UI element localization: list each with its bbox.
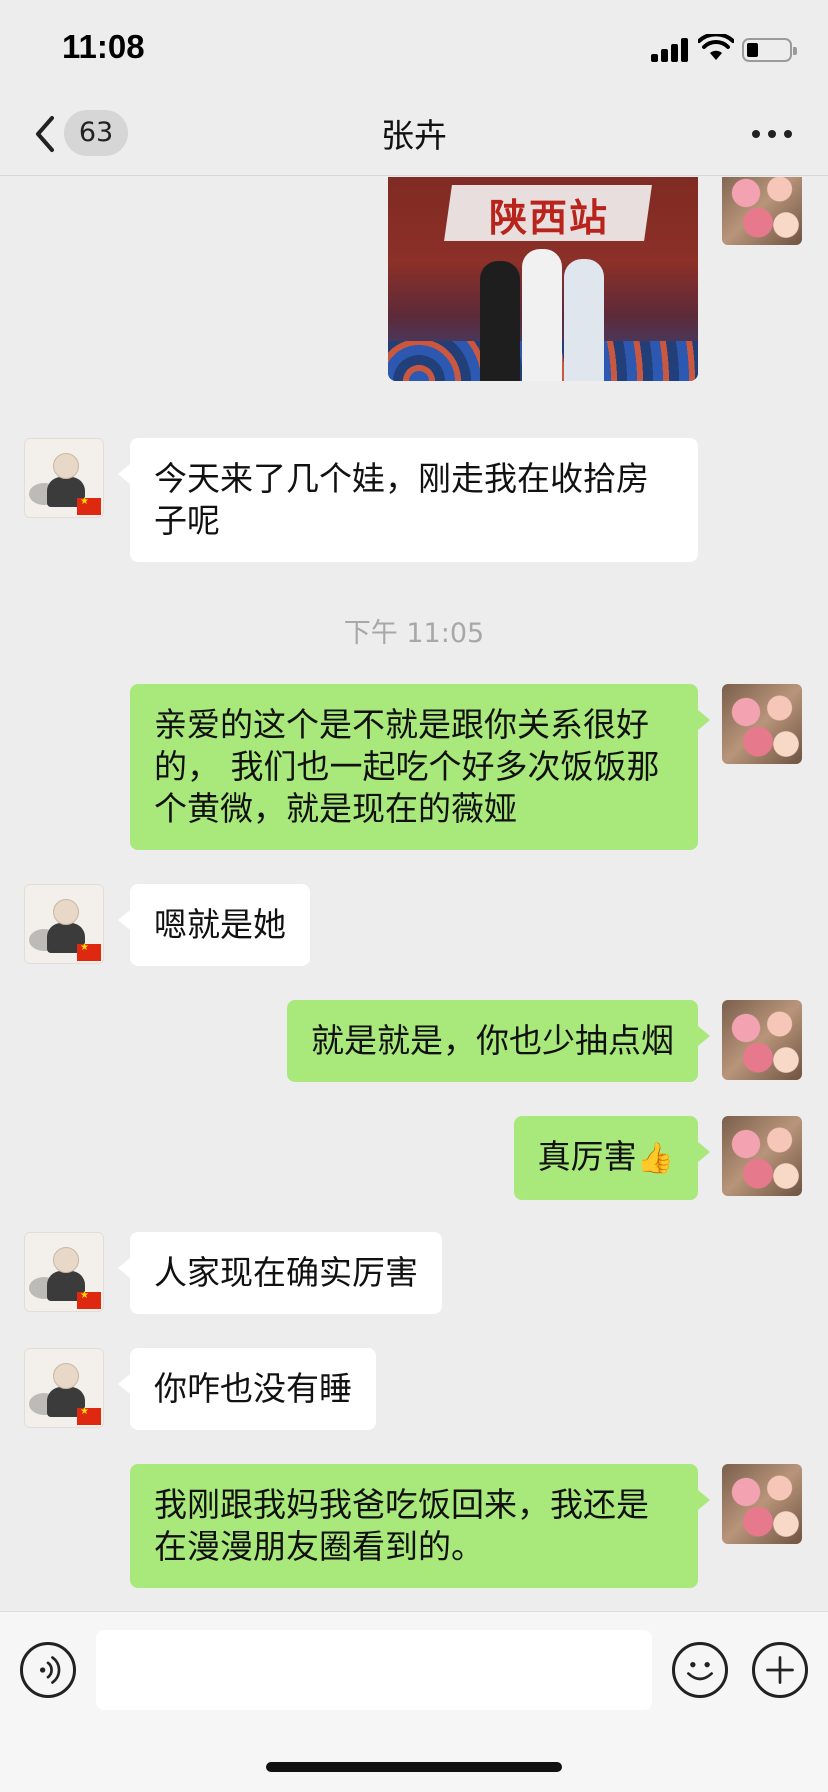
message-text: 亲爱的这个是不就是跟你关系很好的， 我们也一起吃个好多次饭饭那个黄微，就是现在的… [154, 705, 660, 828]
voice-icon[interactable] [20, 1642, 76, 1698]
message-text: 今天来了几个娃，刚走我在收拾房子呢 [154, 459, 649, 540]
photo-message[interactable]: 陕西站 [388, 177, 698, 381]
message-bubble-peer[interactable]: 嗯就是她 [118, 884, 310, 966]
chat-title: 张卉 [381, 116, 447, 155]
message-text: 人家现在确实厉害 [154, 1253, 418, 1292]
wifi-icon [698, 34, 734, 60]
message-bubble-self[interactable]: 就是就是，你也少抽点烟 [287, 1000, 710, 1082]
message-bubble-peer[interactable]: 人家现在确实厉害 [118, 1232, 442, 1314]
message-text: 我刚跟我妈我爸吃饭回来，我还是在漫漫朋友圈看到的。 [154, 1485, 649, 1566]
peer-avatar[interactable] [24, 1348, 104, 1428]
wechat-chat-screen: 11:08 63 张卉 陕西站 ★ 今天来了几个娃，刚走我在收拾房子呢 下午 1… [0, 0, 828, 1792]
message-input[interactable] [96, 1630, 652, 1710]
message-text: 真厉害 [537, 1137, 637, 1176]
photo-person [522, 249, 562, 381]
message-bubble-self[interactable]: 亲爱的这个是不就是跟你关系很好的， 我们也一起吃个好多次饭饭那个黄微，就是现在的… [130, 684, 710, 850]
signal-icon [651, 38, 691, 62]
self-avatar[interactable] [722, 1000, 802, 1080]
battery-icon [742, 38, 797, 62]
self-avatar[interactable] [722, 177, 802, 245]
message-bubble-self[interactable]: 我刚跟我妈我爸吃饭回来，我还是在漫漫朋友圈看到的。 [130, 1464, 710, 1588]
message-bubble-peer[interactable]: 你咋也没有睡 [118, 1348, 376, 1430]
more-icon[interactable] [752, 130, 792, 140]
chat-header: 63 张卉 [0, 100, 828, 176]
message-timestamp: 下午 11:05 [343, 618, 485, 649]
emoji-icon[interactable] [672, 1642, 728, 1698]
plus-icon[interactable] [752, 1642, 808, 1698]
message-text: 你咋也没有睡 [154, 1369, 352, 1408]
photo-banner-text: 陕西站 [488, 196, 609, 240]
message-bubble-self[interactable]: 真厉害👍 [513, 1116, 711, 1200]
self-avatar[interactable] [722, 1116, 802, 1196]
peer-avatar[interactable] [24, 1232, 104, 1312]
self-avatar[interactable] [722, 1464, 802, 1544]
status-time: 11:08 [62, 28, 145, 65]
photo-person [564, 259, 604, 381]
message-list[interactable]: 陕西站 今天来了几个娃，刚走我在收拾房子呢 下午 11:05 亲爱的这个是不就是… [0, 177, 828, 1611]
message-text: 就是就是，你也少抽点烟 [311, 1021, 674, 1060]
peer-avatar[interactable] [24, 884, 104, 964]
message-text: 嗯就是她 [154, 905, 286, 944]
status-bar: 11:08 [0, 0, 828, 100]
message-bubble-peer[interactable]: 今天来了几个娃，刚走我在收拾房子呢 [118, 438, 698, 562]
peer-avatar[interactable] [24, 438, 104, 518]
back-chevron-icon[interactable] [30, 114, 60, 154]
thumbs-up-icon: 👍 [636, 1141, 674, 1176]
home-indicator[interactable] [266, 1762, 562, 1772]
photo-person [480, 261, 520, 381]
unread-count-badge[interactable]: 63 [64, 110, 128, 156]
self-avatar[interactable] [722, 684, 802, 764]
